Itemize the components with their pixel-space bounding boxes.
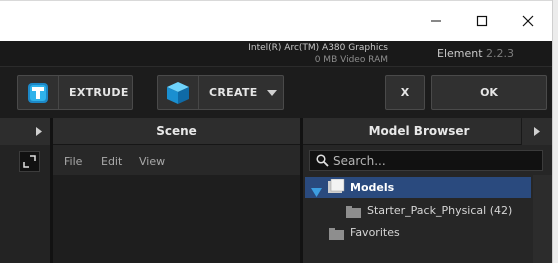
plugin-name: Element — [437, 47, 483, 60]
model-browser-panel-title: Model Browser — [303, 118, 521, 145]
close-window-button[interactable] — [505, 1, 551, 41]
folder-icon — [329, 226, 345, 245]
ok-button[interactable]: OK — [431, 75, 547, 110]
maximize-viewport-button[interactable] — [19, 151, 40, 172]
model-browser-title: Model Browser — [368, 124, 470, 138]
chevron-right-icon[interactable] — [36, 127, 42, 136]
left-panel-header — [0, 118, 50, 145]
extrude-label: EXTRUDE — [69, 86, 129, 99]
extrude-button[interactable]: EXTRUDE — [17, 75, 133, 110]
gpu-name: Intel(R) Arc(TM) A380 Graphics — [248, 43, 388, 53]
expand-arrow-icon[interactable] — [311, 182, 322, 201]
chevron-down-icon — [266, 89, 277, 96]
ok-label: OK — [480, 86, 498, 99]
cancel-button[interactable]: X — [385, 75, 425, 110]
model-browser-collapse-button[interactable] — [522, 118, 552, 145]
scene-menubar — [53, 145, 300, 175]
cube-icon — [158, 76, 199, 109]
maximize-icon — [476, 15, 488, 27]
folder-icon — [346, 204, 362, 223]
scene-viewport[interactable] — [53, 175, 300, 263]
menu-file[interactable]: File — [64, 155, 82, 168]
create-button[interactable]: CREATE — [157, 75, 284, 110]
scrollbar[interactable] — [533, 175, 552, 263]
search-input[interactable] — [329, 153, 533, 168]
window-border — [552, 0, 558, 263]
menu-view[interactable]: View — [139, 155, 165, 168]
tree-item-favorites[interactable]: Favorites — [350, 226, 400, 239]
search-box[interactable] — [309, 150, 543, 171]
gpu-info: Intel(R) Arc(TM) A380 Graphics 0 MB Vide… — [200, 42, 388, 66]
scene-panel-title: Scene — [53, 118, 300, 145]
search-icon — [316, 154, 329, 167]
minimize-icon — [431, 20, 441, 22]
cancel-label: X — [400, 86, 410, 99]
maximize-window-button[interactable] — [459, 1, 505, 41]
extrude-icon — [18, 76, 59, 109]
tree-item-models[interactable]: Models — [350, 181, 394, 194]
video-ram: 0 MB Video RAM — [314, 55, 388, 65]
plugin-version: 2.2.3 — [486, 47, 514, 60]
close-icon — [522, 15, 534, 27]
chevron-right-icon — [534, 127, 540, 136]
create-label: CREATE — [209, 86, 258, 99]
minimize-button[interactable] — [413, 1, 459, 41]
tree-item-starter-pack[interactable]: Starter_Pack_Physical (42) — [367, 204, 512, 217]
folder-open-icon — [327, 178, 345, 198]
scene-title: Scene — [156, 124, 197, 138]
menu-edit[interactable]: Edit — [101, 155, 122, 168]
expand-icon — [23, 155, 36, 168]
